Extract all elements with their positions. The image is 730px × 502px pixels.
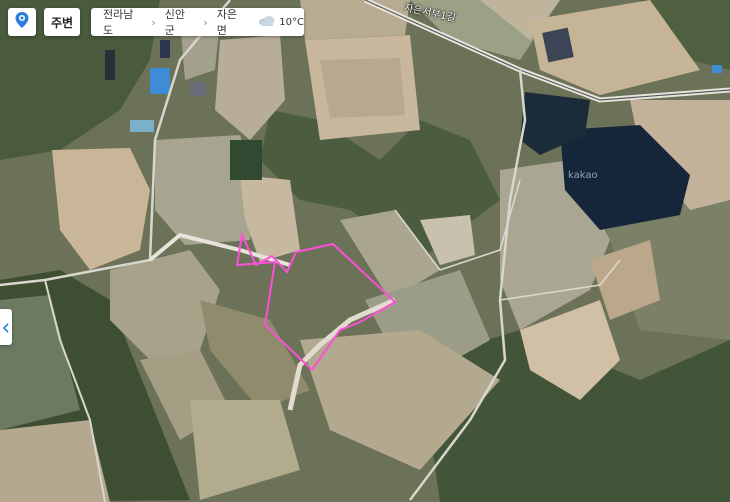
map-view[interactable]: 자은서부1길 kakao 주변 전라남도 › 신안군 › 자은면 10°C (0, 0, 730, 502)
cloudy-icon (258, 15, 276, 30)
chevron-left-icon (2, 318, 9, 337)
my-location-button[interactable] (8, 8, 36, 36)
chevron-right-icon: › (151, 15, 156, 29)
breadcrumb-item-province[interactable]: 전라남도 (103, 6, 142, 38)
breadcrumb-item-county[interactable]: 신안군 (165, 6, 195, 38)
side-panel-toggle[interactable] (0, 309, 12, 345)
weather-widget[interactable]: 10°C (258, 15, 304, 30)
map-watermark: kakao (568, 170, 598, 181)
chevron-right-icon: › (203, 15, 208, 29)
breadcrumb-item-town[interactable]: 자은면 (217, 6, 247, 38)
nearby-button[interactable]: 주변 (44, 8, 80, 36)
breadcrumb: 전라남도 › 신안군 › 자은면 10°C (91, 6, 304, 38)
map-pin-icon (14, 11, 30, 33)
temperature: 10°C (279, 16, 304, 28)
satellite-imagery (0, 0, 730, 502)
